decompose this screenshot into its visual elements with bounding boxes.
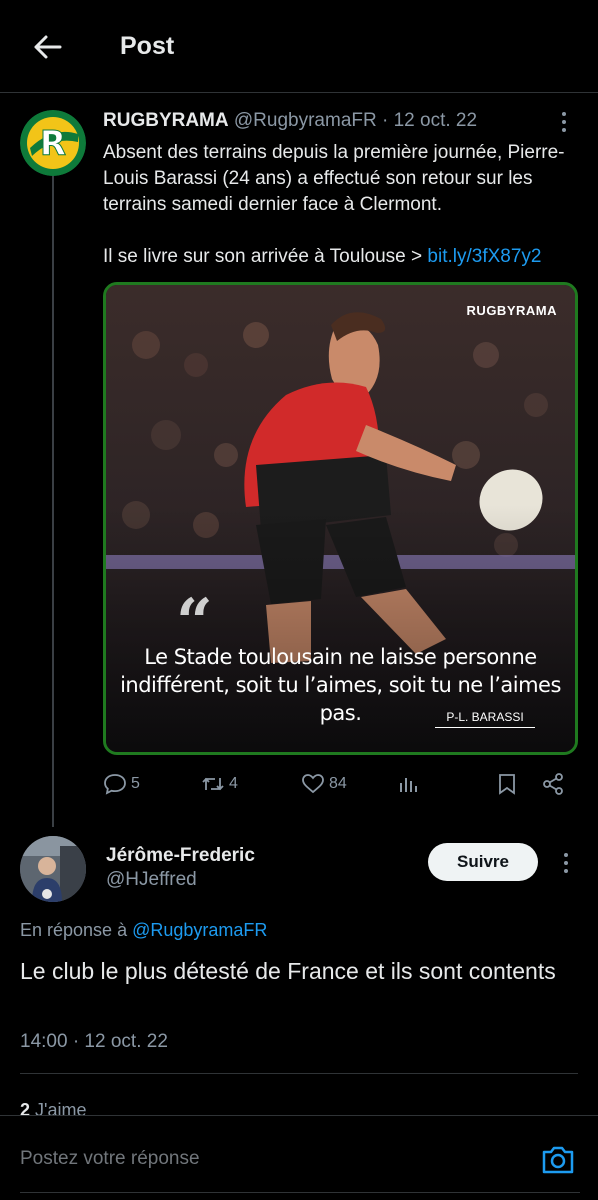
- top-bar: Post: [0, 0, 598, 93]
- views-action[interactable]: [397, 772, 421, 796]
- arrow-left-icon[interactable]: [30, 30, 64, 64]
- svg-text:R: R: [40, 124, 66, 164]
- tweet-paragraph-2: Il se livre sur son arrivée à Toulouse >…: [103, 244, 583, 270]
- tweet-media-image[interactable]: RUGBYRAMA “ Le Stade toulousain ne laiss…: [103, 282, 578, 755]
- page-title: Post: [120, 32, 175, 60]
- like-count: 84: [329, 775, 347, 792]
- reply-author-handle[interactable]: @HJeffred: [106, 869, 197, 891]
- reply-author-name[interactable]: Jérôme-Frederic: [106, 845, 255, 867]
- tweet-date[interactable]: 12 oct. 22: [394, 110, 477, 131]
- author-handle[interactable]: @RugbyramaFR: [234, 110, 377, 131]
- retweet-count: 4: [229, 775, 238, 792]
- bookmark-icon: [499, 774, 515, 795]
- avatar-rugbyrama[interactable]: R: [20, 110, 86, 176]
- retweet-icon: [202, 777, 224, 791]
- tweet-link[interactable]: bit.ly/3fX87y2: [427, 246, 541, 267]
- more-options-icon[interactable]: [558, 853, 574, 877]
- tweet-paragraph-2-text: Il se livre sur son arrivée à Toulouse >: [103, 246, 423, 267]
- in-reply-to: En réponse à @RugbyramaFR: [20, 920, 267, 941]
- bookmark-action[interactable]: [495, 772, 519, 796]
- composer-underline: [20, 1192, 580, 1193]
- reply-count: 5: [131, 775, 140, 792]
- tweet-paragraph-1: Absent des terrains depuis la première j…: [103, 142, 565, 215]
- thread-connector: [52, 172, 54, 827]
- reply-text: Le club le plus détesté de France et ils…: [20, 958, 556, 984]
- tweet-actions: 5 4 84: [103, 772, 578, 804]
- reply-icon: [104, 774, 126, 795]
- media-brand: RUGBYRAMA: [466, 303, 557, 318]
- avatar-jerome[interactable]: [20, 836, 86, 902]
- author-name[interactable]: RUGBYRAMA: [103, 110, 229, 131]
- reply-action[interactable]: 5: [103, 772, 140, 796]
- reply-composer: [0, 1115, 598, 1200]
- follow-button[interactable]: Suivre: [428, 843, 538, 881]
- in-reply-mention[interactable]: @RugbyramaFR: [132, 920, 267, 940]
- in-reply-prefix: En réponse à: [20, 920, 128, 940]
- profile-photo: [20, 836, 86, 902]
- like-action[interactable]: 84: [301, 772, 347, 796]
- reply-input[interactable]: [20, 1148, 500, 1170]
- analytics-icon: [400, 778, 417, 792]
- reply-timestamp: 14:00 · 12 oct. 22: [20, 1031, 168, 1052]
- retweet-action[interactable]: 4: [201, 772, 238, 796]
- camera-icon[interactable]: [540, 1144, 576, 1176]
- divider: [20, 1073, 578, 1074]
- separator: ·: [382, 110, 389, 131]
- more-options-icon[interactable]: [556, 112, 572, 136]
- heart-icon: [302, 774, 324, 794]
- share-icon: [543, 773, 563, 795]
- rugbyrama-logo: R: [20, 110, 86, 176]
- media-quote-author: P-L. BARASSI: [435, 710, 535, 728]
- tweet-text: Absent des terrains depuis la première j…: [103, 140, 583, 296]
- share-action[interactable]: [541, 772, 565, 796]
- tweet-header: RUGBYRAMA @RugbyramaFR · 12 oct. 22: [103, 110, 477, 132]
